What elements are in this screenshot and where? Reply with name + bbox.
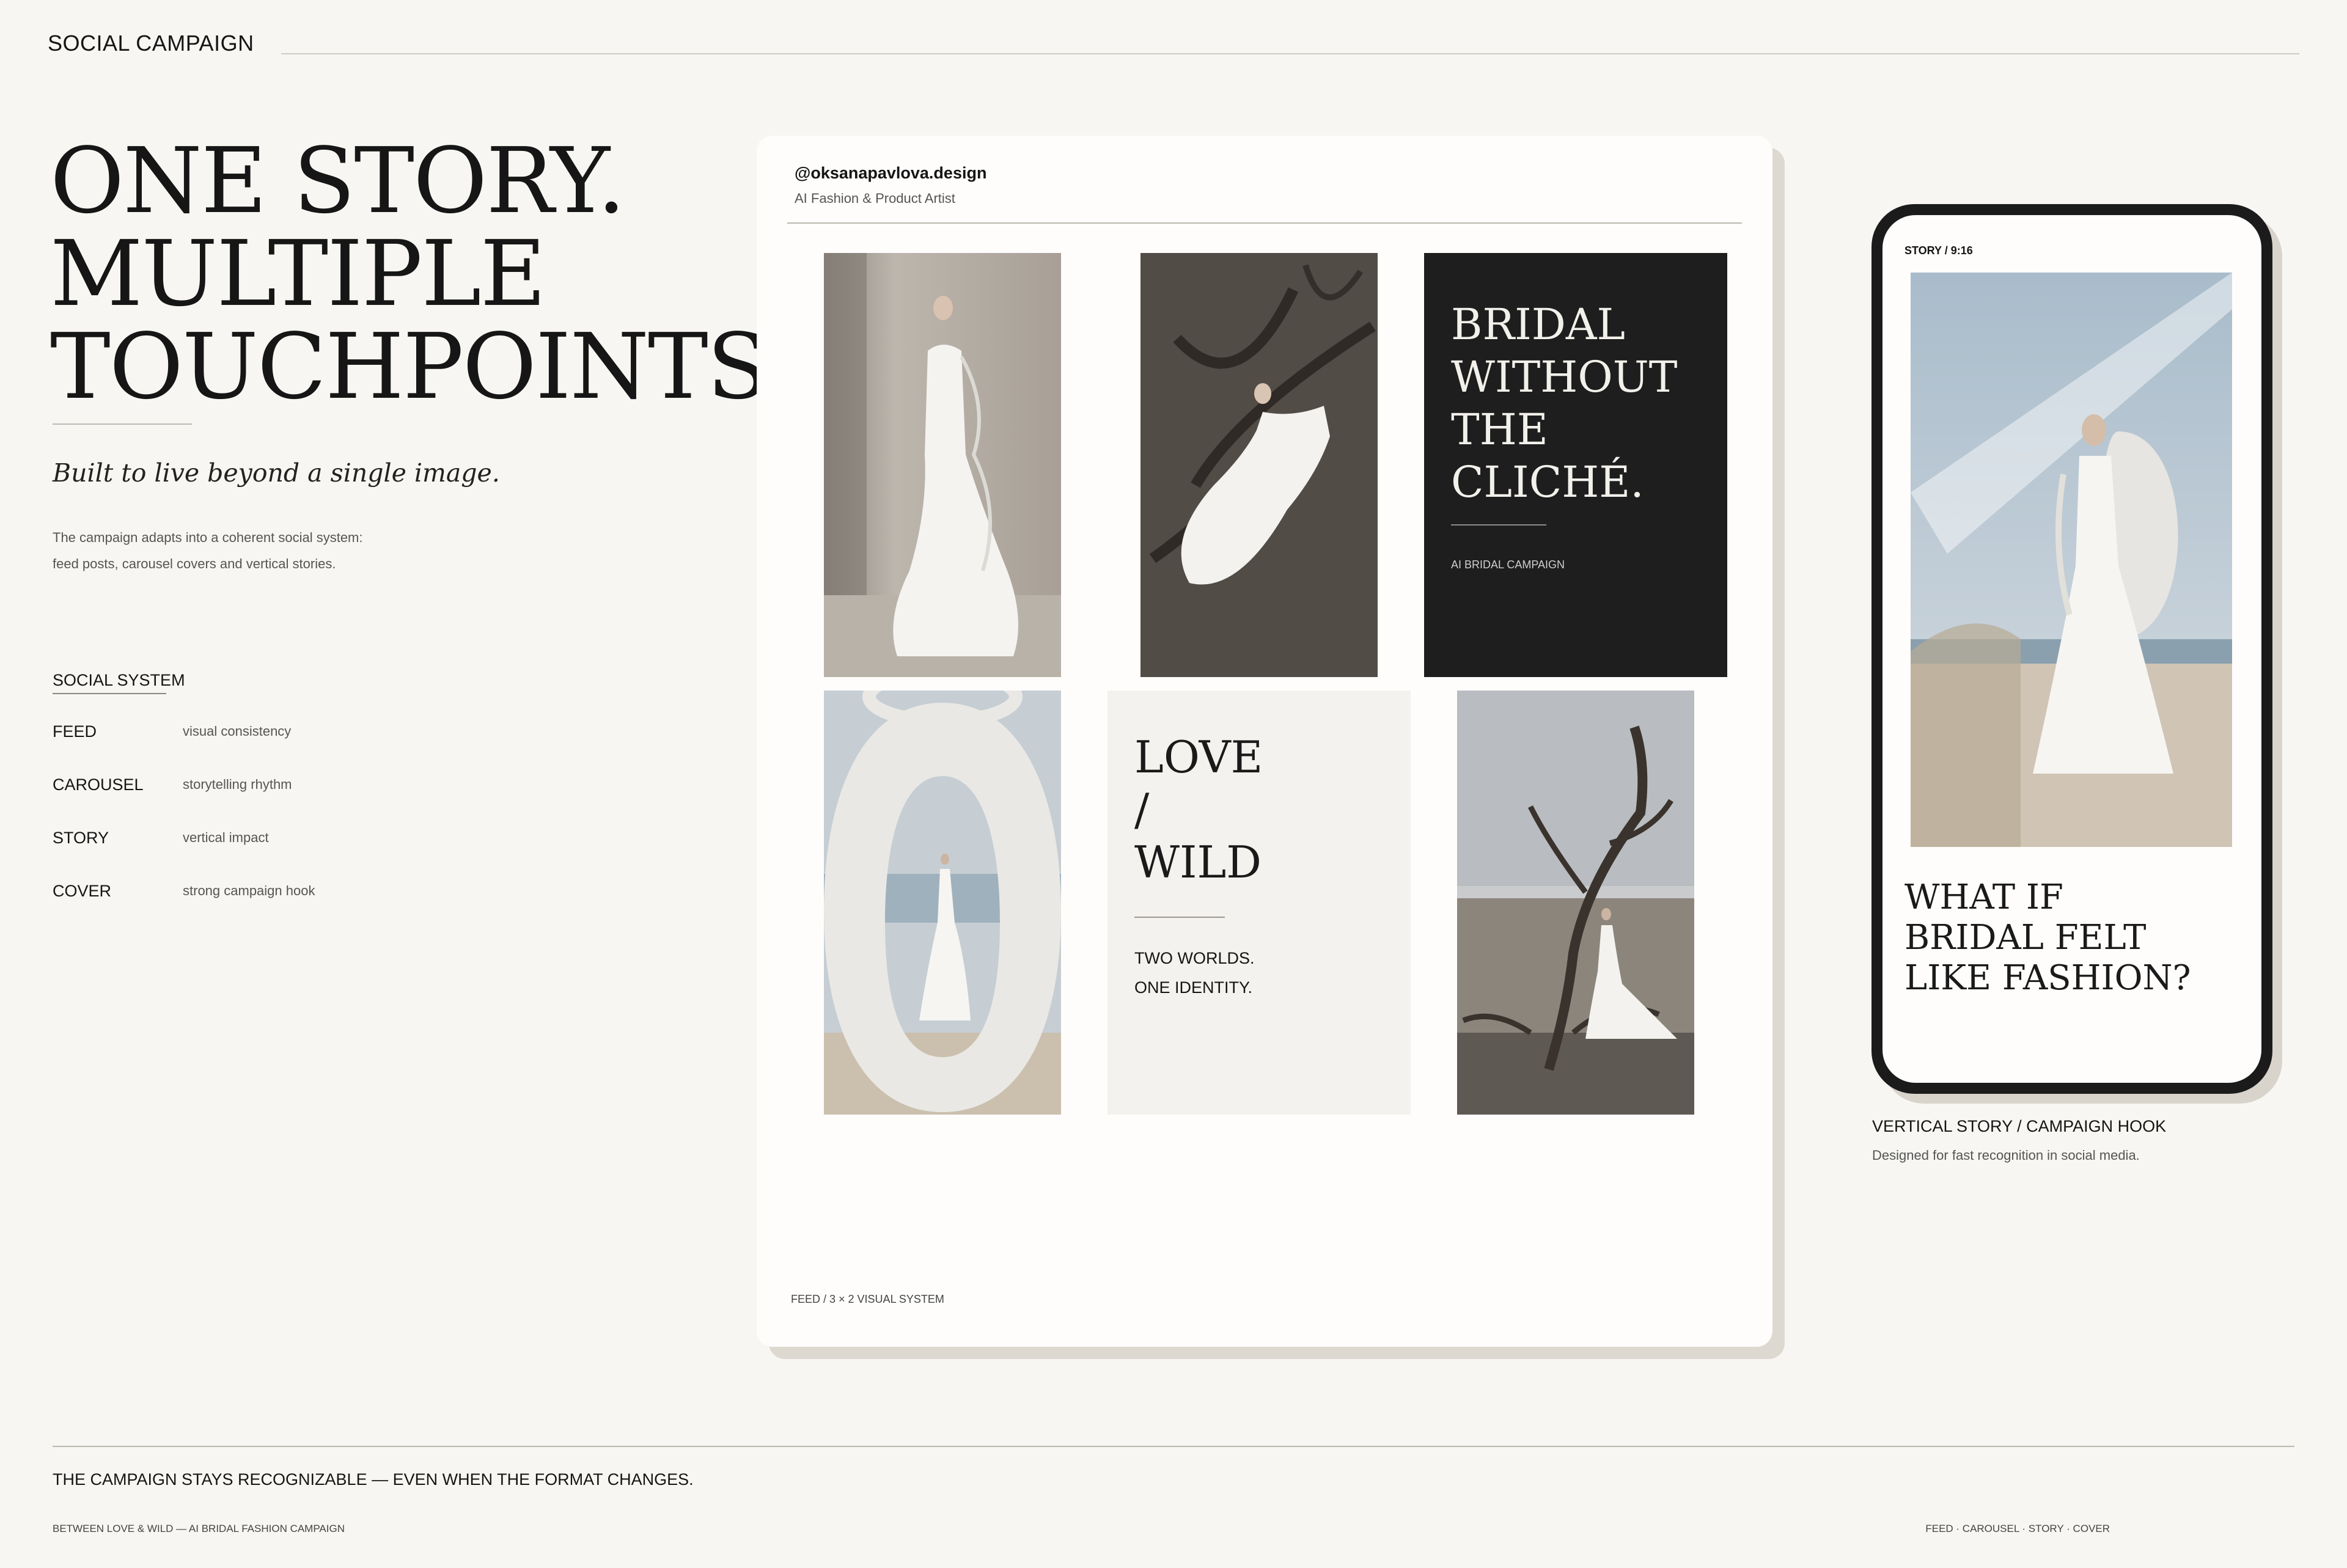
feed-post-studio-bride[interactable] <box>824 253 1061 677</box>
hero-title: ONE STORY. MULTIPLE TOUCHPOINTS. <box>50 128 793 419</box>
footer-divider <box>53 1446 2294 1447</box>
feed-post-sculpture-bride[interactable] <box>824 691 1061 1115</box>
social-system-underline <box>53 693 166 694</box>
system-item-cover: COVER strong campaign hook <box>53 882 419 906</box>
system-item-story: STORY vertical impact <box>53 829 419 853</box>
love-wild-title: LOVE / WILD <box>1134 731 1263 888</box>
love-wild-title-line: / <box>1134 784 1150 835</box>
hero-divider <box>53 423 192 425</box>
system-item-name: CAROUSEL <box>53 775 144 794</box>
system-item-name: STORY <box>53 829 109 847</box>
cover-title-line: CLICHÉ. <box>1451 457 1644 507</box>
system-item-name: COVER <box>53 882 112 900</box>
cover-title-line: WITHOUT <box>1451 352 1678 402</box>
feed-post-tree-bride[interactable] <box>1457 691 1694 1115</box>
system-item-name: FEED <box>53 722 97 741</box>
story-headline-line: WHAT IF <box>1904 877 2063 917</box>
story-caption: VERTICAL STORY / CAMPAIGN HOOK <box>1872 1117 2167 1135</box>
love-wild-subtitle-line: TWO WORLDS. <box>1134 949 1255 967</box>
love-wild-subtitle-line: ONE IDENTITY. <box>1134 978 1253 997</box>
feed-footer-label: FEED / 3 × 2 VISUAL SYSTEM <box>791 1293 944 1305</box>
sculpture-bride-image <box>824 691 1061 1115</box>
phone-mockup: STORY / 9:16 WHAT IF BRIDAL FELT LIKE FA… <box>1871 204 2272 1094</box>
description-line: feed posts, carousel covers and vertical… <box>53 556 336 571</box>
tree-bride-image <box>1457 691 1694 1115</box>
feed-post-bridal-cover[interactable]: BRIDAL WITHOUT THE CLICHÉ. AI BRIDAL CAM… <box>1424 253 1727 677</box>
footer-campaign-credit: BETWEEN LOVE & WILD — AI BRIDAL FASHION … <box>53 1523 345 1534</box>
hero-tagline: Built to live beyond a single image. <box>53 458 500 488</box>
header-divider <box>281 53 2299 54</box>
story-image <box>1911 273 2232 847</box>
beach-veil-bride-image <box>1911 273 2232 847</box>
hero-title-line: MULTIPLE <box>50 221 546 326</box>
feed-board: @oksanapavlova.design AI Fashion & Produ… <box>757 136 1772 1347</box>
social-system-heading: SOCIAL SYSTEM <box>53 671 185 689</box>
profile-handle[interactable]: @oksanapavlova.design <box>795 164 986 183</box>
bridal-cover-title: BRIDAL WITHOUT THE CLICHÉ. <box>1451 298 1677 508</box>
footer-statement: THE CAMPAIGN STAYS RECOGNIZABLE — EVEN W… <box>53 1470 694 1489</box>
story-format-label: STORY / 9:16 <box>1904 244 1973 257</box>
system-item-desc: strong campaign hook <box>183 883 315 898</box>
system-item-desc: vertical impact <box>183 830 269 845</box>
hero-title-line: ONE STORY. <box>50 128 626 233</box>
page-header-title: SOCIAL CAMPAIGN <box>48 31 254 56</box>
love-wild-title-line: WILD <box>1134 837 1262 888</box>
cover-subtitle: AI BRIDAL CAMPAIGN <box>1451 559 1565 571</box>
story-headline-line: BRIDAL FELT <box>1904 918 2147 958</box>
cover-title-line: BRIDAL <box>1451 299 1625 350</box>
profile-role: AI Fashion & Product Artist <box>795 191 955 206</box>
system-item-desc: visual consistency <box>183 724 292 739</box>
story-headline-line: LIKE FASHION? <box>1904 958 2191 998</box>
cover-divider <box>1451 524 1546 526</box>
cover-title-line: THE <box>1451 405 1548 455</box>
driftwood-bride-image <box>1140 253 1378 677</box>
love-wild-title-line: LOVE <box>1134 731 1263 783</box>
description-line: The campaign adapts into a coherent soci… <box>53 530 363 545</box>
phone-screen[interactable]: STORY / 9:16 WHAT IF BRIDAL FELT LIKE FA… <box>1882 215 2261 1083</box>
hero-description: The campaign adapts into a coherent soci… <box>53 524 363 577</box>
love-wild-divider <box>1134 917 1225 918</box>
studio-bride-image <box>824 253 1061 677</box>
story-headline: WHAT IF BRIDAL FELT LIKE FASHION? <box>1904 877 2191 998</box>
system-item-carousel: CAROUSEL storytelling rhythm <box>53 775 419 800</box>
love-wild-subtitle: TWO WORLDS. ONE IDENTITY. <box>1134 943 1255 1002</box>
feed-divider <box>787 222 1742 224</box>
system-item-desc: storytelling rhythm <box>183 777 292 792</box>
footer-formats: FEED · CAROUSEL · STORY · COVER <box>1925 1523 2110 1534</box>
feed-post-driftwood-bride[interactable] <box>1140 253 1378 677</box>
story-caption-sub: Designed for fast recognition in social … <box>1872 1148 2140 1163</box>
feed-post-love-wild[interactable]: LOVE / WILD TWO WORLDS. ONE IDENTITY. <box>1107 691 1411 1115</box>
hero-title-line: TOUCHPOINTS. <box>50 314 793 419</box>
system-item-feed: FEED visual consistency <box>53 722 419 747</box>
